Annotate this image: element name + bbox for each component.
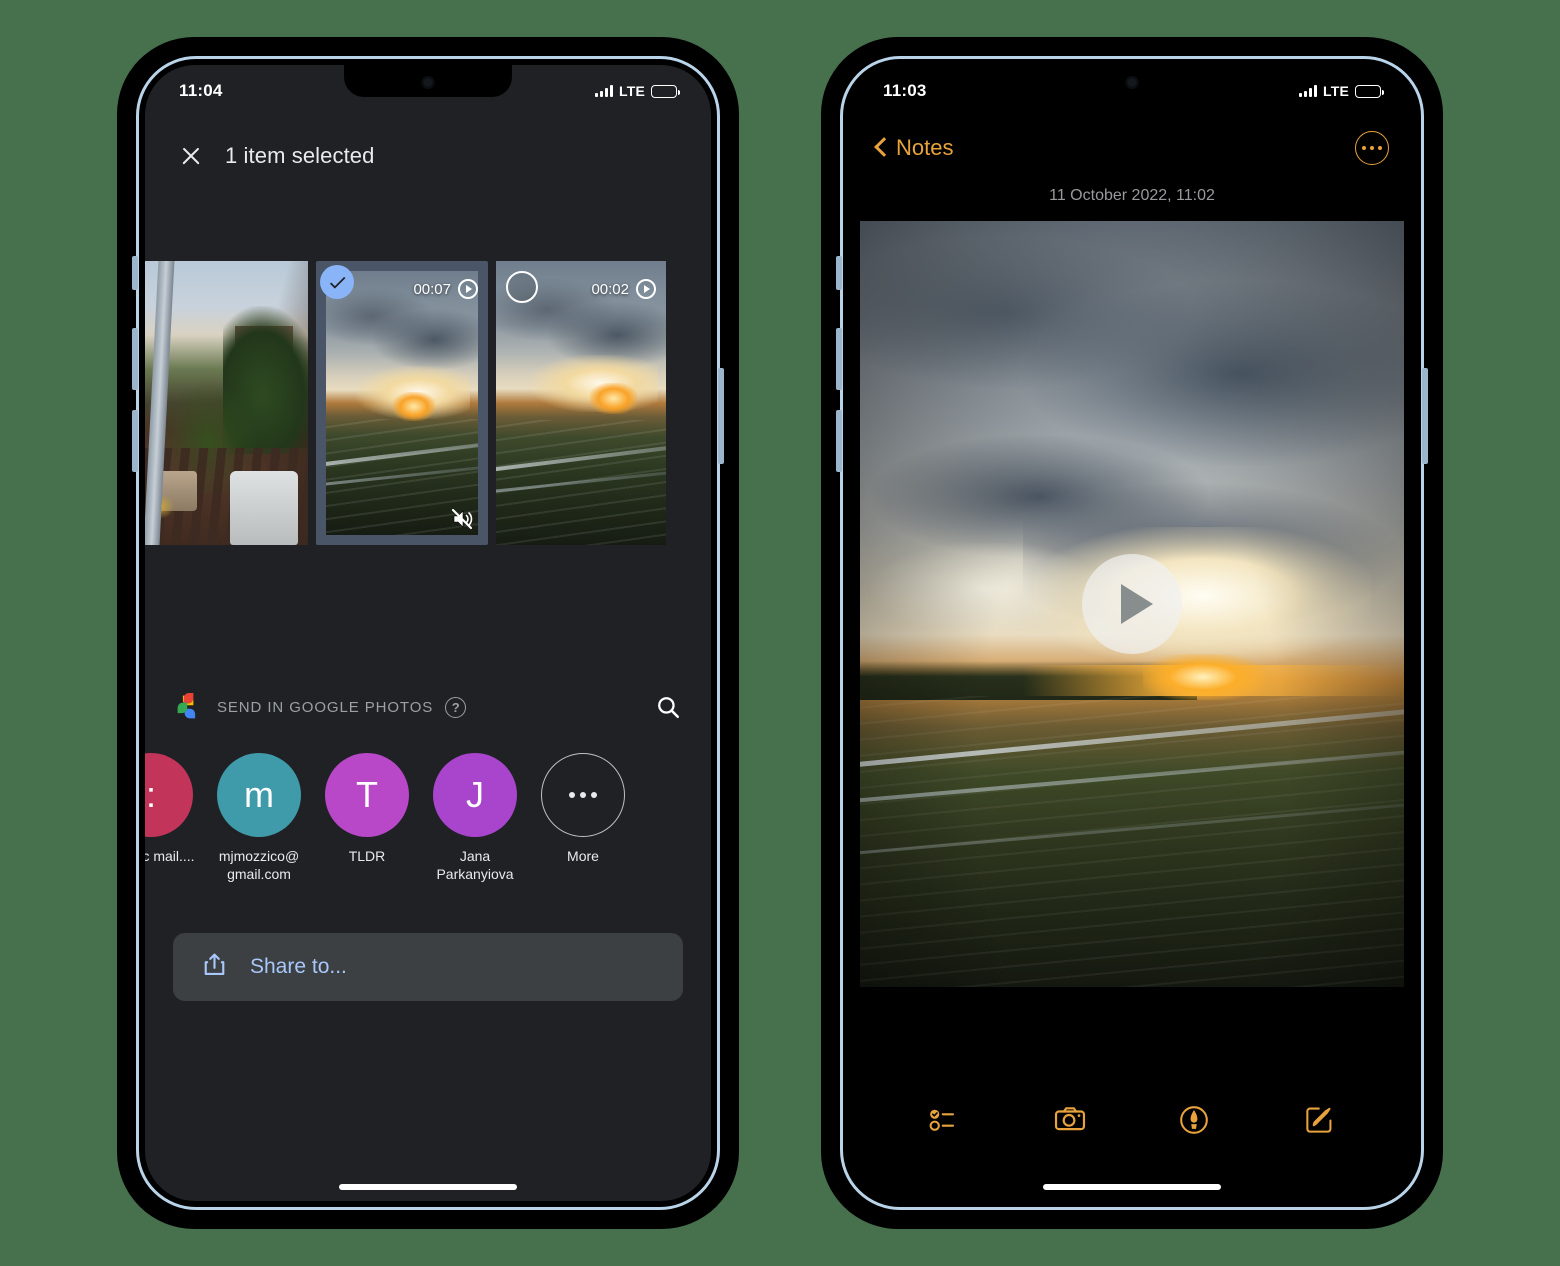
left-phone-device: 11:04 LTE 1 item selected 00:07 00:02 SE… — [118, 38, 738, 1228]
notch — [344, 65, 512, 97]
share-upload-icon — [201, 951, 228, 983]
compose-icon[interactable] — [1299, 1100, 1339, 1140]
selection-count-title: 1 item selected — [225, 143, 375, 168]
close-icon[interactable] — [179, 144, 203, 168]
share-target-3[interactable]: J Jana Parkanyiova — [421, 753, 529, 883]
network-type-label: LTE — [1322, 83, 1349, 99]
avatar: J — [433, 753, 517, 837]
cellular-bars-icon — [1298, 85, 1317, 97]
notes-nav-bar: Notes — [849, 117, 1415, 179]
selection-circle-icon[interactable] — [506, 271, 538, 303]
avatar: T — [325, 753, 409, 837]
send-in-google-photos-row: SEND IN GOOGLE PHOTOS ? — [145, 671, 711, 743]
share-target-label: mjmozzico@ gmail.com — [218, 848, 300, 883]
search-icon[interactable] — [655, 694, 681, 720]
left-status-indicators: LTE — [594, 83, 680, 99]
video-duration-label: 00:07 — [413, 280, 451, 298]
note-video-attachment[interactable] — [860, 221, 1404, 987]
selection-check-icon[interactable] — [320, 265, 354, 299]
share-to-button[interactable]: Share to... — [173, 933, 683, 1001]
left-phone-silent-switch[interactable] — [132, 256, 138, 290]
battery-full-icon — [651, 84, 680, 98]
right-phone-silent-switch[interactable] — [836, 256, 842, 290]
note-date-label: 11 October 2022, 11:02 — [1049, 187, 1215, 204]
right-phone-screen: 11:03 LTE Notes 11 October 2022, 11:02 — [849, 65, 1415, 1201]
share-target-1[interactable]: m mjmozzico@ gmail.com — [205, 753, 313, 883]
right-status-time: 11:03 — [883, 81, 927, 100]
video-duration-label: 00:02 — [591, 280, 629, 298]
battery-full-icon — [1355, 84, 1384, 98]
notch — [1048, 65, 1216, 97]
checklist-icon[interactable] — [925, 1100, 965, 1140]
mute-icon[interactable] — [450, 507, 474, 531]
home-indicator[interactable] — [1043, 1184, 1221, 1190]
left-phone-power-button[interactable] — [718, 368, 724, 464]
left-status-time: 11:04 — [179, 81, 223, 100]
video-duration-badge: 00:07 — [413, 279, 478, 299]
video-duration-badge: 00:02 — [591, 279, 656, 299]
send-in-google-photos-label: SEND IN GOOGLE PHOTOS — [217, 698, 434, 716]
network-type-label: LTE — [618, 83, 645, 99]
cellular-bars-icon — [594, 85, 613, 97]
google-photos-logo-icon — [175, 693, 203, 721]
play-icon — [636, 279, 656, 299]
media-thumbnail-sunset-video-selected[interactable]: 00:07 — [316, 261, 488, 545]
share-target-more[interactable]: More — [529, 753, 637, 865]
share-target-2[interactable]: T TLDR — [313, 753, 421, 865]
play-icon — [458, 279, 478, 299]
notes-bottom-toolbar — [849, 1085, 1415, 1155]
share-target-0[interactable]: : a.ganc mail.... — [145, 753, 205, 865]
share-target-label: More — [567, 848, 599, 864]
help-circle-icon[interactable]: ? — [445, 696, 467, 718]
balcony-photo-image — [145, 261, 308, 545]
media-thumbnail-balcony[interactable] — [145, 261, 308, 545]
left-phone-volume-up[interactable] — [132, 328, 138, 390]
right-phone-device: 11:03 LTE Notes 11 October 2022, 11:02 — [822, 38, 1442, 1228]
avatar: m — [217, 753, 301, 837]
markup-pen-icon[interactable] — [1174, 1100, 1214, 1140]
share-to-label: Share to... — [250, 955, 347, 978]
media-thumbnail-sunset-video-2s[interactable]: 00:02 — [496, 261, 666, 545]
chevron-left-icon — [875, 137, 888, 159]
back-to-notes-button[interactable]: Notes — [875, 135, 953, 161]
back-button-label: Notes — [896, 135, 954, 160]
left-phone-volume-down[interactable] — [132, 410, 138, 472]
more-dots-icon — [541, 753, 625, 837]
more-circle-icon[interactable] — [1355, 131, 1389, 165]
right-phone-power-button[interactable] — [1422, 368, 1428, 464]
share-target-label: Jana Parkanyiova — [436, 848, 514, 883]
sunset-video-2s-image — [496, 261, 666, 545]
share-target-label: a.ganc mail.... — [145, 848, 195, 864]
front-camera-icon — [421, 76, 435, 89]
selected-media-strip[interactable]: 00:07 00:02 — [145, 261, 711, 545]
sunset-video-image — [326, 271, 478, 535]
home-indicator[interactable] — [339, 1184, 517, 1190]
front-camera-icon — [1125, 76, 1139, 89]
play-button-icon[interactable] — [1082, 554, 1182, 654]
screenshot-stage: 11:04 LTE 1 item selected 00:07 00:02 SE… — [0, 0, 1560, 1266]
share-sheet-top-bar: 1 item selected — [145, 117, 711, 195]
right-status-indicators: LTE — [1298, 83, 1384, 99]
right-phone-volume-down[interactable] — [836, 410, 842, 472]
share-target-label: TLDR — [348, 848, 386, 864]
avatar: : — [145, 753, 193, 837]
camera-icon[interactable] — [1050, 1100, 1090, 1140]
share-targets-row[interactable]: : a.ganc mail.... m mjmozzico@ gmail.com… — [145, 753, 711, 913]
left-phone-screen: 11:04 LTE 1 item selected 00:07 00:02 SE… — [145, 65, 711, 1201]
right-phone-volume-up[interactable] — [836, 328, 842, 390]
